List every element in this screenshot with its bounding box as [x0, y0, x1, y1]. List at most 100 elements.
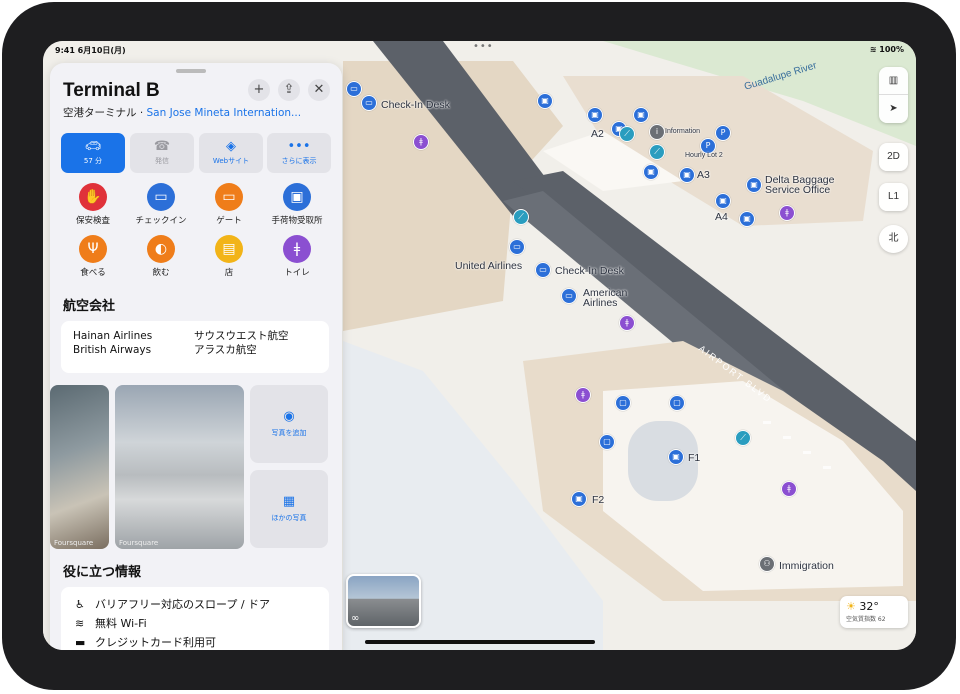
- status-bar: 9:41 6月10日(月) ••• ≋ 100%: [43, 41, 916, 59]
- category-baggage-claim[interactable]: ▣ 手荷物受取所: [262, 183, 332, 226]
- escalator-pin[interactable]: ⟋: [513, 209, 529, 225]
- gate-a4-label[interactable]: A4: [715, 211, 728, 223]
- category-gate[interactable]: ▭ ゲート: [194, 183, 264, 226]
- baggage-pin[interactable]: ▣: [668, 449, 684, 465]
- place-subtitle: 空港ターミナル · San Jose Mineta Internation...: [63, 107, 302, 119]
- escalator-pin[interactable]: ⟋: [619, 126, 635, 142]
- american-airlines-label[interactable]: American Airlines: [583, 288, 627, 309]
- restroom-pin[interactable]: ǂ: [619, 315, 635, 331]
- checkin-desk-label[interactable]: Check-In Desk: [381, 99, 450, 111]
- add-photo-button[interactable]: ◉ 写真を追加: [250, 385, 328, 463]
- action-buttons: 🚗︎ 57 分 ☎ 発信 ◈ Webサイト ••• さらに表示: [61, 133, 331, 173]
- escalator-pin[interactable]: ⟋: [649, 144, 665, 160]
- gate-a2-label[interactable]: A2: [591, 128, 604, 140]
- weather-widget[interactable]: ☀ 32° 空気質指数 62: [840, 596, 908, 628]
- escalator-pin[interactable]: ⟋: [735, 430, 751, 446]
- airport-link[interactable]: San Jose Mineta Internation...: [147, 107, 302, 119]
- baggage-pin[interactable]: ▣: [537, 93, 553, 109]
- checkin-pin[interactable]: ▭: [361, 95, 377, 111]
- category-shop[interactable]: ▤ 店: [194, 235, 264, 278]
- airline-item[interactable]: アラスカ航空: [194, 343, 289, 357]
- cup-icon: ◐: [147, 235, 175, 263]
- baggage-cart-pin[interactable]: ▢: [669, 395, 685, 411]
- gate-a3-label[interactable]: A3: [697, 169, 710, 181]
- checkin-pin[interactable]: ▭: [509, 239, 525, 255]
- look-around-thumbnail[interactable]: ∞: [346, 574, 421, 628]
- information-label[interactable]: Information: [665, 128, 700, 135]
- view-2d-button[interactable]: 2D: [879, 143, 908, 171]
- compass-button[interactable]: 北: [879, 225, 908, 253]
- info-row: ♿ バリアフリー対応のスロープ / ドア: [75, 595, 315, 614]
- fork-knife-icon: Ψ: [79, 235, 107, 263]
- info-card: ♿ バリアフリー対応のスロープ / ドア ≋ 無料 Wi-Fi ▬ クレジットカード利…: [61, 587, 329, 650]
- baggage-pin[interactable]: ▣: [587, 107, 603, 123]
- baggage-pin[interactable]: ▣: [715, 193, 731, 209]
- immigration-label[interactable]: Immigration: [779, 560, 834, 572]
- suitcase-icon: ▣: [283, 183, 311, 211]
- hourly-lot-label[interactable]: Hourly Lot 2: [685, 152, 723, 159]
- info-pin[interactable]: i: [649, 124, 665, 140]
- baggage-pin[interactable]: ▣: [746, 177, 762, 193]
- grabber-handle[interactable]: [176, 69, 206, 73]
- restroom-pin[interactable]: ǂ: [781, 481, 797, 497]
- ticket-icon: ▭: [215, 183, 243, 211]
- wifi-icon: ≋: [75, 617, 85, 630]
- checkin-pin[interactable]: ▭: [561, 288, 577, 304]
- phone-icon: ☎: [153, 139, 171, 154]
- restroom-pin[interactable]: ǂ: [575, 387, 591, 403]
- gate-f2-label[interactable]: F2: [592, 494, 604, 506]
- bag-icon: ▤: [215, 235, 243, 263]
- more-photos-button[interactable]: ▦ ほかの写真: [250, 470, 328, 548]
- checkin-pin[interactable]: ▭: [535, 262, 551, 278]
- place-card: Terminal B + ⇪ ✕ 空港ターミナル · San Jose Mine…: [50, 63, 342, 650]
- airlines-heading: 航空会社: [63, 299, 116, 314]
- category-security[interactable]: ✋ 保安検査: [58, 183, 128, 226]
- category-eat[interactable]: Ψ 食べる: [58, 235, 128, 278]
- baggage-pin[interactable]: ▣: [643, 164, 659, 180]
- photo-thumbnail[interactable]: Foursquare: [115, 385, 244, 549]
- immigration-pin[interactable]: ⚇: [759, 556, 775, 572]
- home-indicator[interactable]: [365, 640, 595, 644]
- baggage-pin[interactable]: ▣: [633, 107, 649, 123]
- united-airlines-label[interactable]: United Airlines: [455, 260, 522, 272]
- baggage-cart-pin[interactable]: ▢: [599, 434, 615, 450]
- compass-icon: ◈: [226, 139, 236, 154]
- checkin-pin[interactable]: ▭: [346, 81, 362, 97]
- location-arrow-icon[interactable]: ➤: [879, 95, 908, 123]
- photo-thumbnail[interactable]: Foursquare: [50, 385, 109, 549]
- info-row: ▬ クレジットカード利用可: [75, 633, 315, 650]
- add-icon[interactable]: +: [248, 79, 270, 101]
- multitasking-dots[interactable]: •••: [473, 41, 494, 52]
- restroom-pin[interactable]: ǂ: [413, 134, 429, 150]
- baggage-pin[interactable]: ▣: [679, 167, 695, 183]
- hand-icon: ✋: [79, 183, 107, 211]
- close-icon[interactable]: ✕: [308, 79, 330, 101]
- baggage-cart-pin[interactable]: ▢: [615, 395, 631, 411]
- more-button[interactable]: ••• さらに表示: [267, 133, 331, 173]
- directions-button[interactable]: 🚗︎ 57 分: [61, 133, 125, 173]
- accessibility-icon: ♿: [75, 598, 85, 611]
- air-quality: 空気質指数 62: [846, 616, 886, 623]
- photo-strip: Foursquare Foursquare ◉ 写真を追加 ▦ ほかの写真: [50, 385, 342, 549]
- more-icon: •••: [287, 139, 311, 154]
- map-icon[interactable]: ▥: [879, 67, 908, 95]
- restroom-pin[interactable]: ǂ: [779, 205, 795, 221]
- category-restroom[interactable]: ǂ トイレ: [262, 235, 332, 278]
- delta-baggage-label[interactable]: Delta Baggage Service Office: [765, 175, 834, 196]
- category-drink[interactable]: ◐ 飲む: [126, 235, 196, 278]
- category-checkin[interactable]: ▭ チェックイン: [126, 183, 196, 226]
- airlines-card[interactable]: Hainan Airlines British Airways サウスウエスト航…: [61, 321, 329, 373]
- baggage-pin[interactable]: ▣: [571, 491, 587, 507]
- car-icon: 🚗︎: [84, 139, 102, 154]
- call-button[interactable]: ☎ 発信: [130, 133, 194, 173]
- screen: Guadalupe River ▭ ▭ Check-In Desk ǂ ▣ ▣ …: [43, 41, 916, 650]
- website-button[interactable]: ◈ Webサイト: [199, 133, 263, 173]
- airline-item[interactable]: サウスウエスト航空: [194, 329, 289, 343]
- floor-level-button[interactable]: L1: [879, 183, 908, 211]
- parking-pin[interactable]: P: [715, 125, 731, 141]
- baggage-pin[interactable]: ▣: [739, 211, 755, 227]
- share-icon[interactable]: ⇪: [278, 79, 300, 101]
- checkin-desk-label[interactable]: Check-In Desk: [555, 265, 624, 277]
- photos-icon: ▦: [282, 494, 296, 509]
- gate-f1-label[interactable]: F1: [688, 452, 700, 464]
